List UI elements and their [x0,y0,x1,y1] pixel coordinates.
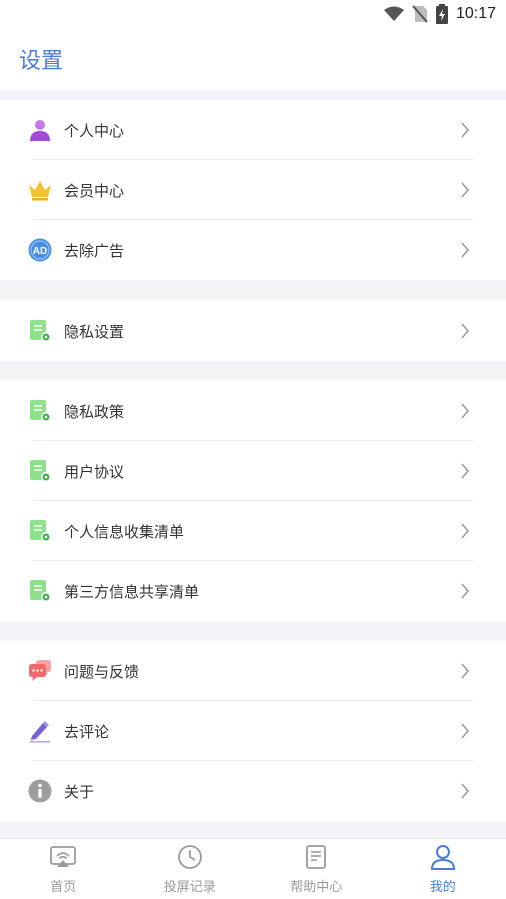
book-icon [306,845,327,869]
settings-group-support: 问题与反馈 去评论 关于 [0,641,506,821]
menu-item-third-party-sharing-list[interactable]: 第三方信息共享清单 [0,561,506,621]
chevron-right-icon [461,523,469,539]
crown-icon [29,181,51,201]
page-header: 设置 [0,28,506,90]
chevron-right-icon [461,242,469,258]
status-bar: 10:17 [0,0,506,28]
menu-item-feedback[interactable]: 问题与反馈 [0,641,506,701]
tab-cast-history[interactable]: 投屏记录 [127,839,254,899]
bottom-tab-bar: 首页 投屏记录 帮助中心 我的 [0,838,506,899]
menu-item-review[interactable]: 去评论 [0,701,506,761]
menu-item-label: 隐私设置 [64,322,125,341]
document-gear-icon [30,520,51,542]
user-icon [430,845,455,870]
tab-label: 帮助中心 [290,880,343,895]
chevron-right-icon [461,463,469,479]
cast-screen-icon [50,846,77,867]
tab-label: 首页 [50,880,77,895]
document-gear-icon [30,580,51,602]
clock-icon [177,845,202,869]
settings-group-policies: 隐私政策 用户协议 个人信息收集清单 第三方信息共享清单 [0,381,506,621]
tab-home[interactable]: 首页 [0,839,127,899]
chevron-right-icon [461,182,469,198]
menu-item-label: 关于 [64,782,95,801]
menu-item-vip-center[interactable]: 会员中心 [0,160,506,220]
chevron-right-icon [461,663,469,679]
menu-item-label: 去除广告 [64,241,125,260]
info-icon [28,779,52,803]
tab-mine[interactable]: 我的 [380,839,506,899]
settings-group-account: 个人中心 会员中心 AD 去除广告 [0,100,506,280]
page-title: 设置 [19,49,64,74]
tab-label: 我的 [429,880,456,895]
chat-bubble-icon [29,660,51,681]
document-gear-icon [30,460,51,482]
menu-item-label: 会员中心 [64,181,125,200]
menu-item-label: 个人信息收集清单 [64,522,185,541]
menu-item-personal-center[interactable]: 个人中心 [0,100,506,160]
menu-item-user-agreement[interactable]: 用户协议 [0,441,506,501]
wifi-icon [383,6,404,21]
chevron-right-icon [461,323,469,339]
menu-item-privacy-settings[interactable]: 隐私设置 [0,301,506,361]
chevron-right-icon [461,403,469,419]
menu-item-personal-info-list[interactable]: 个人信息收集清单 [0,501,506,561]
battery-charging-icon [435,4,448,24]
document-gear-icon [30,400,51,422]
pen-icon [30,721,50,743]
menu-item-about[interactable]: 关于 [0,761,506,821]
chevron-right-icon [461,783,469,799]
svg-text:AD: AD [33,246,47,257]
no-sim-icon [412,5,428,23]
chevron-right-icon [461,122,469,138]
chevron-right-icon [461,723,469,739]
menu-item-label: 去评论 [64,722,110,741]
ad-icon: AD [28,238,52,262]
tab-label: 投屏记录 [163,880,216,895]
menu-item-remove-ads[interactable]: AD 去除广告 [0,220,506,280]
person-icon [30,120,50,141]
menu-item-label: 第三方信息共享清单 [64,582,200,601]
menu-item-label: 用户协议 [64,462,125,481]
menu-item-label: 个人中心 [64,121,125,140]
document-gear-icon [30,320,51,342]
status-time: 10:17 [455,5,496,22]
tab-help-center[interactable]: 帮助中心 [253,839,380,899]
chevron-right-icon [461,583,469,599]
menu-item-privacy-policy[interactable]: 隐私政策 [0,381,506,441]
menu-item-label: 隐私政策 [64,402,125,421]
menu-item-label: 问题与反馈 [64,662,140,681]
settings-group-privacy-settings: 隐私设置 [0,301,506,361]
